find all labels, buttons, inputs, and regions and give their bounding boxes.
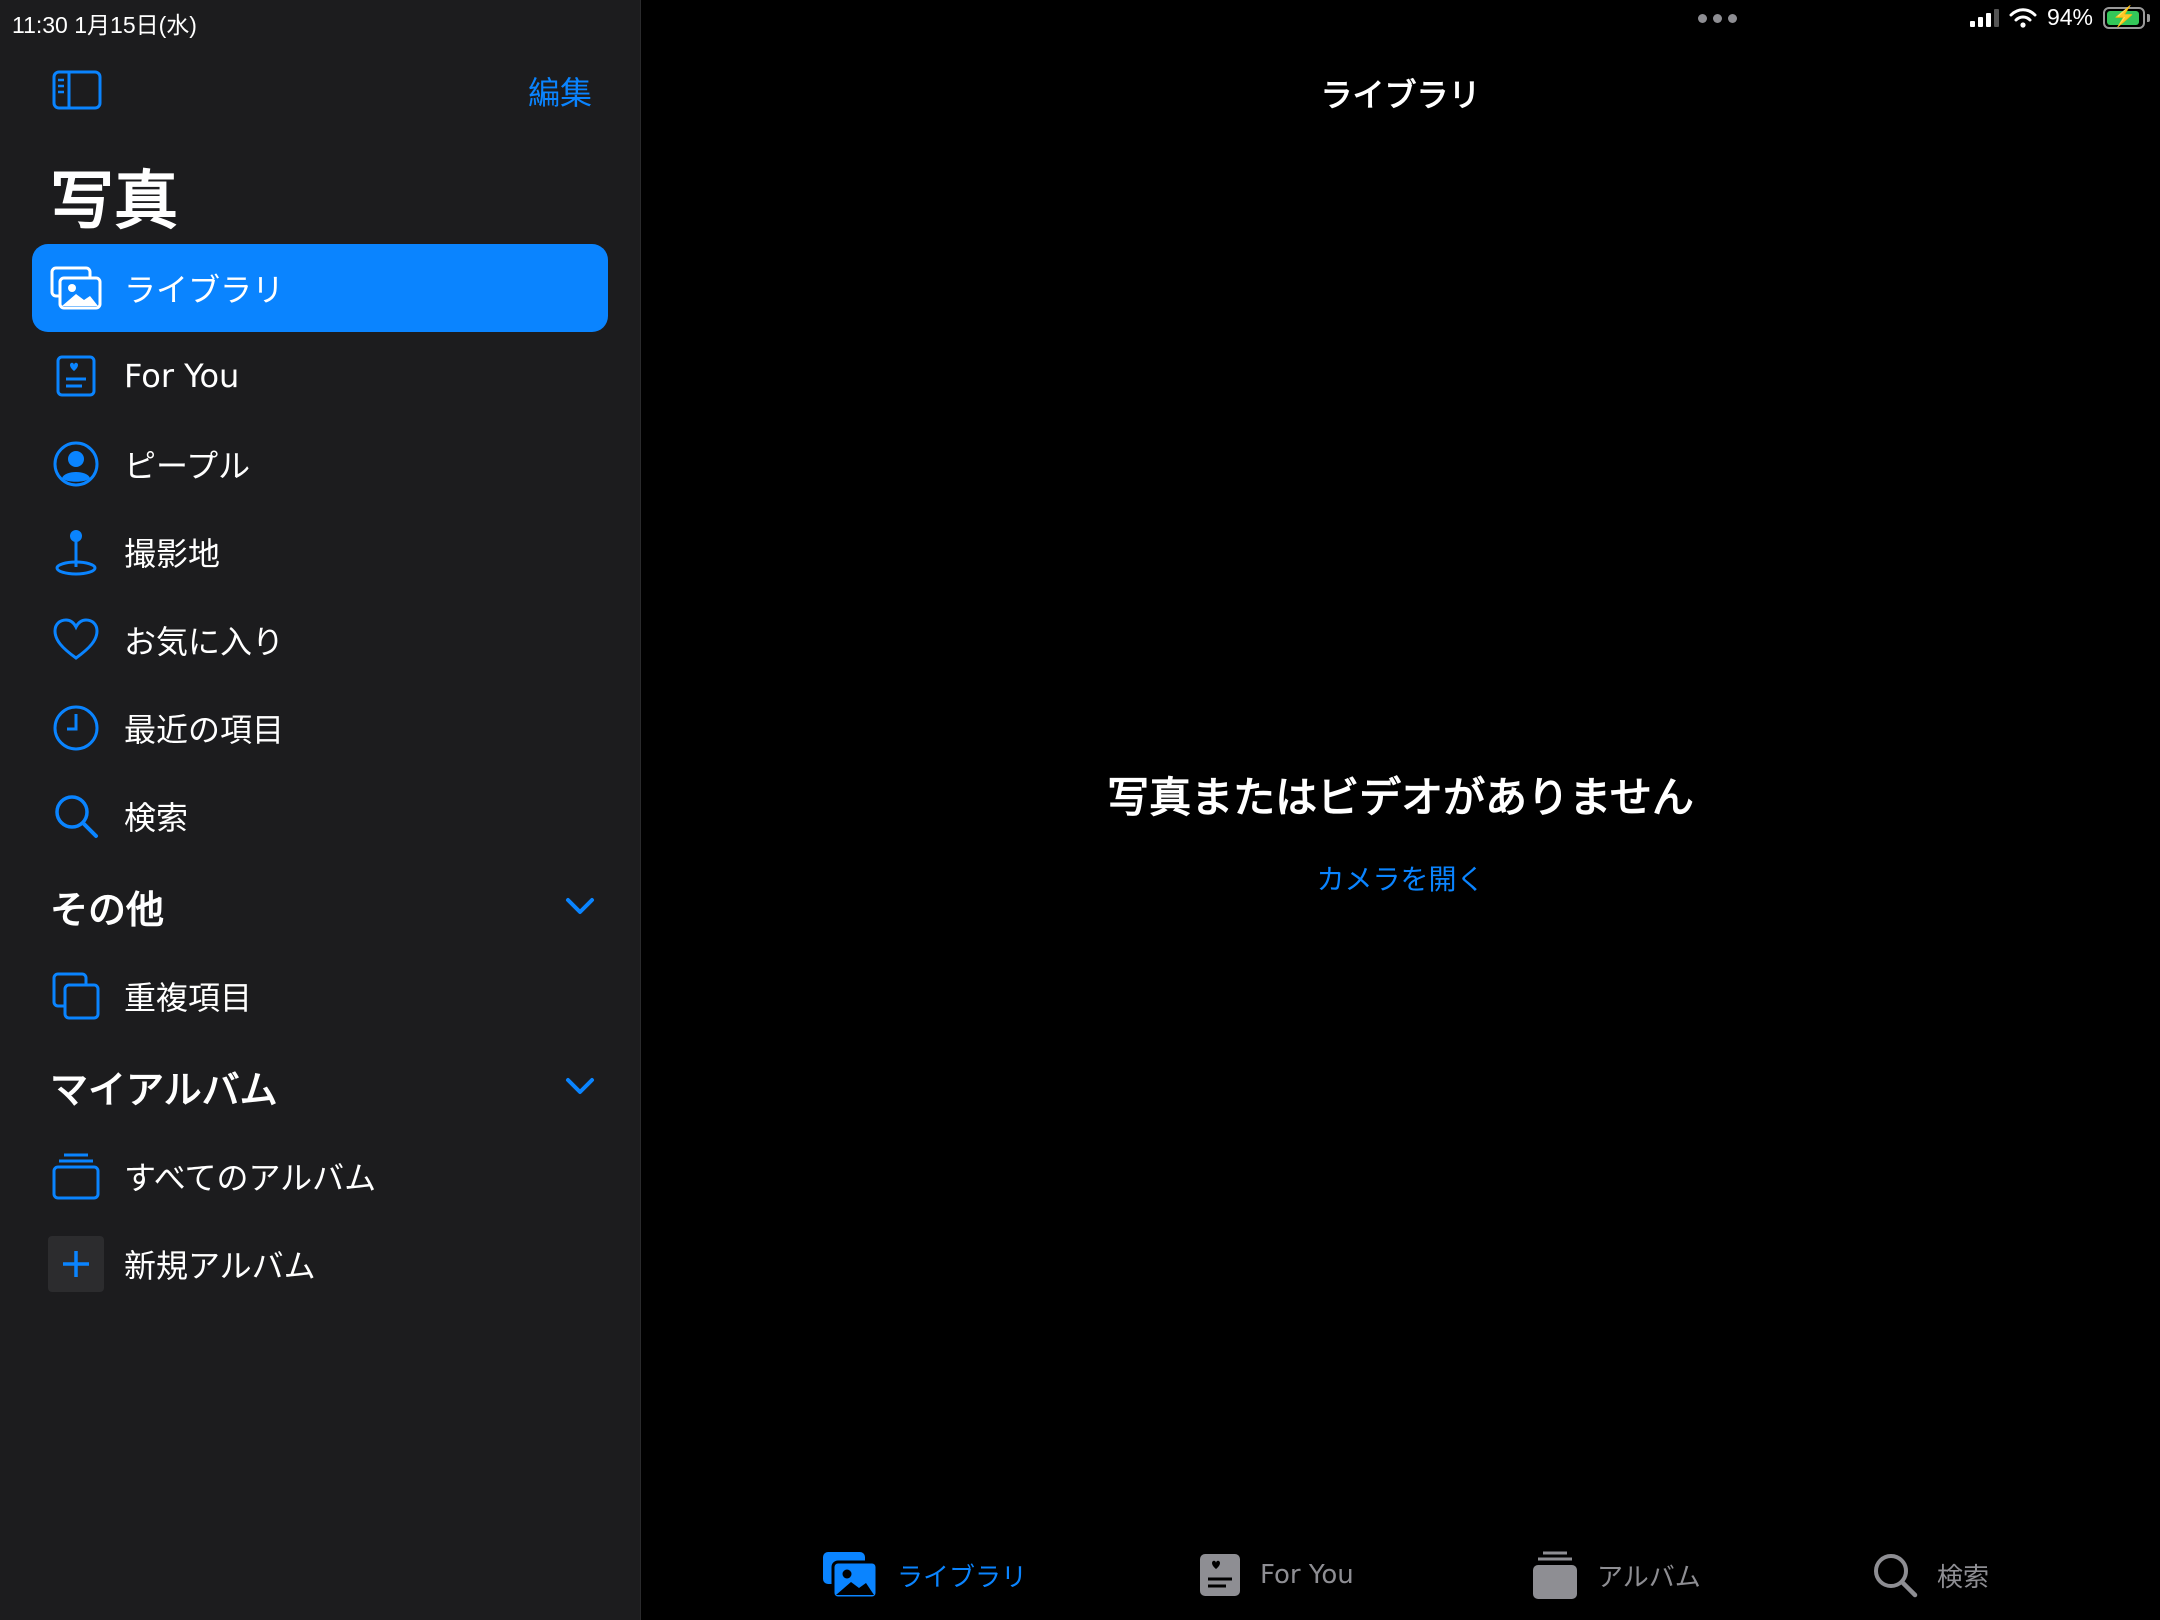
sidebar-item-label: 最近の項目 (124, 711, 285, 749)
sidebar-item-label: For You (124, 357, 240, 395)
chevron-down-icon[interactable] (560, 1066, 600, 1106)
sidebar-item-people[interactable]: ピープル (32, 420, 608, 508)
sidebar-item-all-albums[interactable]: すべてのアルバム (32, 1132, 608, 1220)
battery-icon: ⚡ (2103, 6, 2145, 29)
sidebar-item-search[interactable]: 検索 (32, 772, 608, 860)
albums-stack-icon (48, 1148, 104, 1204)
duplicates-icon (48, 968, 104, 1024)
sidebar-item-label: お気に入り (124, 623, 285, 661)
heart-icon (48, 612, 104, 668)
for-you-icon (48, 348, 104, 404)
sidebar-item-label: ピープル (124, 447, 251, 485)
map-pin-icon (48, 524, 104, 580)
sidebar-item-library[interactable]: ライブラリ (32, 244, 608, 332)
sidebar-item-label: 重複項目 (124, 979, 253, 1017)
edit-button[interactable]: 編集 (528, 68, 592, 114)
search-icon (1874, 1554, 1918, 1598)
sidebar-item-places[interactable]: 撮影地 (32, 508, 608, 596)
status-indicators: 94% ⚡ (1969, 4, 2150, 31)
sidebar-toggle-icon[interactable] (52, 70, 102, 110)
photo-library-icon (48, 260, 104, 316)
search-icon (48, 788, 104, 844)
sidebar-item-duplicates[interactable]: 重複項目 (32, 952, 608, 1040)
sidebar-item-label: 撮影地 (124, 535, 221, 573)
empty-state-title: 写真またはビデオがありません (1107, 773, 1694, 822)
sidebar-title: 写真 (50, 165, 178, 239)
sidebar-item-label: 新規アルバム (124, 1247, 316, 1285)
cellular-signal-icon (1969, 8, 1999, 27)
section-header-my-albums[interactable]: マイアルバム (50, 1058, 600, 1114)
clock-icon (48, 700, 104, 756)
sidebar-item-label: ライブラリ (124, 271, 285, 309)
sidebar-item-label: 検索 (124, 799, 189, 837)
section-header-other[interactable]: その他 (50, 878, 600, 934)
main-content: ライブラリ 写真またはビデオがありません カメラを開く ライブラリ For Yo… (641, 0, 2160, 1620)
sidebar-item-favorites[interactable]: お気に入り (32, 596, 608, 684)
person-circle-icon (48, 436, 104, 492)
tab-label: ライブラリ (897, 1562, 1028, 1593)
plus-icon (48, 1236, 104, 1292)
wifi-icon (2009, 7, 2037, 28)
sidebar-item-label: すべてのアルバム (124, 1159, 377, 1197)
tab-label: アルバム (1597, 1562, 1701, 1593)
tab-for-you[interactable]: For You (1198, 1540, 1354, 1610)
page-title: ライブラリ (1320, 76, 1481, 114)
for-you-icon (1200, 1554, 1240, 1596)
section-title: その他 (50, 887, 165, 932)
tab-library[interactable]: ライブラリ (821, 1540, 1027, 1610)
tab-albums[interactable]: アルバム (1531, 1540, 1701, 1610)
tab-search[interactable]: 検索 (1871, 1540, 1989, 1610)
battery-percent: 94% (2046, 4, 2093, 30)
chevron-down-icon[interactable] (560, 886, 600, 926)
sidebar-item-recents[interactable]: 最近の項目 (32, 684, 608, 772)
open-camera-link[interactable]: カメラを開く (641, 858, 2160, 898)
section-title: マイアルバム (50, 1067, 278, 1112)
albums-stack-icon (1533, 1551, 1577, 1599)
sidebar: 11:30 1月15日(水) 編集 写真 ライブラリ For You ピープル … (0, 0, 641, 1620)
tab-label: 検索 (1937, 1562, 1990, 1593)
battery-cap (2147, 13, 2150, 22)
tab-label: For You (1260, 1560, 1354, 1590)
multitasking-dots-icon[interactable] (1698, 14, 1737, 23)
status-time: 11:30 1月15日(水) (12, 12, 197, 38)
sidebar-item-for-you[interactable]: For You (32, 332, 608, 420)
photo-library-icon (823, 1552, 879, 1600)
sidebar-item-new-album[interactable]: 新規アルバム (32, 1220, 608, 1308)
